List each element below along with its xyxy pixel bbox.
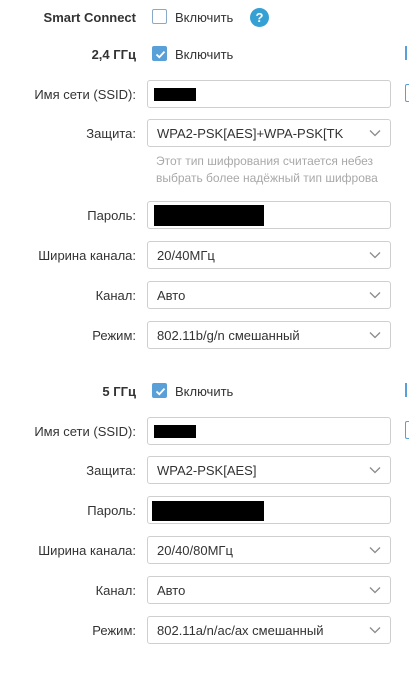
band-24-mode-select[interactable]: 802.11b/g/n смешанный bbox=[147, 321, 391, 349]
band-24-enable-label[interactable]: Включить bbox=[175, 47, 233, 62]
band-24-security-label: Защита: bbox=[86, 126, 136, 141]
band-5-width-select[interactable]: 20/40/80МГц bbox=[147, 536, 391, 564]
band-5-ssid-side-marker bbox=[405, 421, 409, 439]
band-24-ssid-input[interactable] bbox=[147, 80, 391, 108]
band-24-channel-select[interactable]: Авто bbox=[147, 281, 391, 309]
band-24-width-value: 20/40МГц bbox=[157, 248, 215, 263]
band-5-channel-label: Канал: bbox=[95, 583, 136, 598]
band-24-side-marker bbox=[405, 46, 407, 60]
band-24-enable-checkbox[interactable] bbox=[152, 46, 167, 61]
band-5-width-label: Ширина канала: bbox=[38, 543, 136, 558]
chevron-down-icon bbox=[369, 585, 381, 595]
band-24-channel-label: Канал: bbox=[95, 288, 136, 303]
band-24-mode-value: 802.11b/g/n смешанный bbox=[157, 328, 300, 343]
band-5-side-marker bbox=[405, 383, 407, 397]
smart-connect-label: Smart Connect bbox=[43, 10, 136, 25]
chevron-down-icon bbox=[369, 290, 381, 300]
band-5-security-select[interactable]: WPA2-PSK[AES] bbox=[147, 456, 391, 484]
chevron-down-icon bbox=[369, 465, 381, 475]
band-5-password-input[interactable] bbox=[147, 496, 391, 524]
band-5-mode-value: 802.11a/n/ac/ax смешанный bbox=[157, 623, 324, 638]
band-5-enable-label[interactable]: Включить bbox=[175, 384, 233, 399]
band-24-security-hint-line-2: выбрать более надёжный тип шифрова bbox=[156, 171, 378, 185]
band-5-label: 5 ГГц bbox=[102, 384, 136, 399]
chevron-down-icon bbox=[369, 330, 381, 340]
band-24-channel-value: Авто bbox=[157, 288, 186, 303]
band-24-security-select[interactable]: WPA2-PSK[AES]+WPA-PSK[TK bbox=[147, 119, 391, 147]
band-5-security-label: Защита: bbox=[86, 463, 136, 478]
band-24-width-label: Ширина канала: bbox=[38, 248, 136, 263]
band-24-password-label: Пароль: bbox=[87, 208, 136, 223]
smart-connect-enable-label[interactable]: Включить bbox=[175, 10, 233, 25]
band-5-mode-label: Режим: bbox=[92, 623, 136, 638]
band-5-password-label: Пароль: bbox=[87, 503, 136, 518]
band-24-security-value: WPA2-PSK[AES]+WPA-PSK[TK bbox=[157, 126, 344, 141]
band-5-ssid-label: Имя сети (SSID): bbox=[34, 424, 136, 439]
chevron-down-icon bbox=[369, 128, 381, 138]
band-5-channel-select[interactable]: Авто bbox=[147, 576, 391, 604]
band-5-channel-value: Авто bbox=[157, 583, 186, 598]
chevron-down-icon bbox=[369, 250, 381, 260]
band-5-ssid-input[interactable] bbox=[147, 417, 391, 445]
band-24-label: 2,4 ГГц bbox=[91, 47, 136, 62]
band-5-password-redaction bbox=[152, 501, 264, 521]
band-5-enable-checkbox[interactable] bbox=[152, 383, 167, 398]
band-24-password-redaction bbox=[154, 205, 264, 226]
band-5-security-value: WPA2-PSK[AES] bbox=[157, 463, 257, 478]
band-24-width-select[interactable]: 20/40МГц bbox=[147, 241, 391, 269]
band-24-ssid-label: Имя сети (SSID): bbox=[34, 87, 136, 102]
band-5-ssid-redaction bbox=[154, 425, 196, 438]
band-24-security-hint-line-1: Этот тип шифрования считается небез bbox=[156, 154, 374, 168]
smart-connect-checkbox[interactable] bbox=[152, 9, 167, 24]
help-icon[interactable]: ? bbox=[250, 8, 269, 27]
band-5-mode-select[interactable]: 802.11a/n/ac/ax смешанный bbox=[147, 616, 391, 644]
band-24-ssid-side-marker bbox=[405, 84, 409, 102]
band-24-mode-label: Режим: bbox=[92, 328, 136, 343]
band-5-width-value: 20/40/80МГц bbox=[157, 543, 233, 558]
chevron-down-icon bbox=[369, 625, 381, 635]
band-24-password-input[interactable] bbox=[147, 201, 391, 229]
band-24-ssid-redaction bbox=[154, 88, 196, 101]
chevron-down-icon bbox=[369, 545, 381, 555]
